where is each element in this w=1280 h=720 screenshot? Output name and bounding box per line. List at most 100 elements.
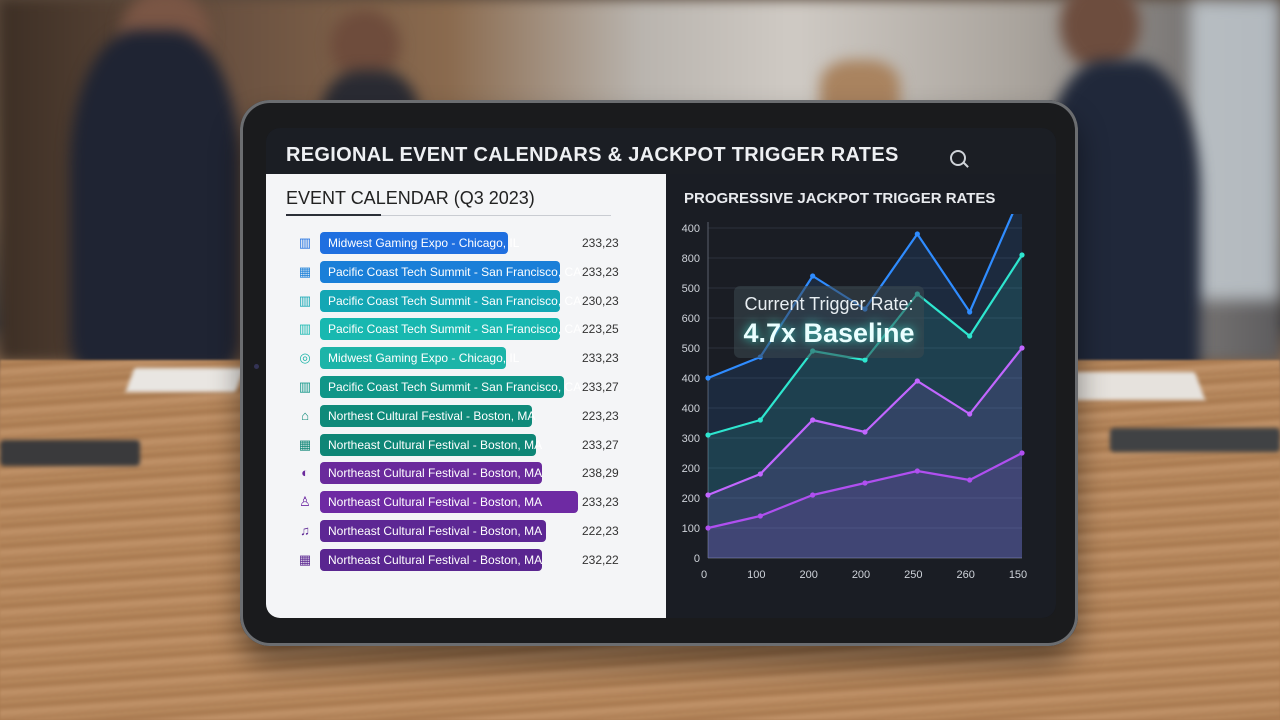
tablet-screen: REGIONAL EVENT CALENDARS & JACKPOT TRIGG… <box>266 128 1056 618</box>
event-name-pill[interactable]: Pacific Coast Tech Summit - San Francisc… <box>320 289 581 312</box>
data-point <box>705 375 711 381</box>
event-date: 233,27 <box>582 380 619 394</box>
event-name-pill[interactable]: Northeast Cultural Festival - Boston, MA <box>320 520 546 542</box>
callout-label: Current Trigger Rate: <box>744 294 914 314</box>
dashboard-title: REGIONAL EVENT CALENDARS & JACKPOT TRIGG… <box>286 144 899 166</box>
event-date: 223,23 <box>582 408 619 423</box>
data-point <box>862 480 868 486</box>
calendar-icon: ▦ <box>298 551 312 567</box>
search-icon[interactable] <box>950 150 966 166</box>
event-name-pill[interactable]: Northeast Cultural Festival - Boston, MA <box>320 548 542 571</box>
event-date: 222,23 <box>582 524 619 538</box>
event-name-pill[interactable]: Pacific Coast Tech Summit - San Francisc… <box>320 318 581 341</box>
building-icon: ▥ <box>298 292 312 308</box>
event-row[interactable]: ⌂ Northest Cultural Festival - Boston, MA… <box>286 404 626 429</box>
y-tick-label: 0 <box>694 553 700 565</box>
event-row[interactable]: ▦ Northeast Cultural Festival - Boston, M… <box>286 433 626 458</box>
y-tick-label: 400 <box>682 403 700 415</box>
trigger-rate-callout: Current Trigger Rate: 4.7x Baseline <box>734 286 924 358</box>
dashboard-header: REGIONAL EVENT CALENDARS & JACKPOT TRIGG… <box>266 128 1056 174</box>
data-point <box>810 417 816 423</box>
calendar-icon: ▦ <box>298 436 312 452</box>
jackpot-chart-panel: PROGRESSIVE JACKPOT TRIGGER RATES 0 100 20… <box>666 174 1056 618</box>
event-row[interactable]: ▥ Pacific Coast Tech Summit - San Francis… <box>286 376 626 400</box>
background-person <box>70 30 240 370</box>
event-date: 233,23 <box>582 351 619 366</box>
event-date: 230,23 <box>582 293 619 308</box>
event-date: 233,27 <box>582 437 619 452</box>
chart-title: PROGRESSIVE JACKPOT TRIGGER RATES <box>684 190 996 207</box>
event-date: 233,23 <box>582 236 619 250</box>
data-point <box>967 477 973 483</box>
building-icon: ▥ <box>298 379 312 394</box>
event-row[interactable]: ▦ Pacific Coast Tech Summit - San Francis… <box>286 260 626 285</box>
event-name-pill[interactable]: Northeast Cultural Festival - Boston, MA <box>320 491 578 514</box>
data-point <box>705 492 711 498</box>
event-name-pill[interactable]: Northeast Cultural Festival - Boston, MA <box>320 462 542 485</box>
data-point <box>862 429 868 435</box>
paper-sheet <box>125 368 245 392</box>
x-tick-label: 150 <box>1009 569 1027 581</box>
event-name-pill[interactable]: Northest Cultural Festival - Boston, MA <box>320 404 535 427</box>
data-point <box>705 432 711 438</box>
data-point <box>810 273 816 279</box>
event-calendar-panel: EVENT CALENDAR (Q3 2023) ▥ Midwest Gaming… <box>266 174 666 618</box>
divider <box>381 215 611 216</box>
building-icon: ▥ <box>298 321 312 337</box>
event-row[interactable]: ♙ Northeast Cultural Festival - Boston, M… <box>286 491 626 515</box>
y-tick-label: 300 <box>682 433 700 445</box>
building-icon: ▥ <box>298 235 312 250</box>
event-row[interactable]: ▦ Northeast Cultural Festival - Boston, M… <box>286 548 626 573</box>
y-tick-label: 500 <box>682 343 700 355</box>
callout-value: 4.7x Baseline <box>743 318 915 348</box>
event-date: 233,23 <box>582 264 619 279</box>
y-tick-label: 500 <box>682 283 700 295</box>
data-point <box>705 525 711 531</box>
data-point <box>914 378 920 384</box>
event-date: 238,29 <box>582 466 619 481</box>
y-tick-label: 800 <box>682 253 700 265</box>
y-tick-label: 600 <box>682 313 700 325</box>
y-tick-label: 400 <box>682 223 700 235</box>
data-point <box>967 333 973 339</box>
calendar-icon: ▦ <box>298 263 312 279</box>
event-row[interactable]: ◎ Midwest Gaming Expo - Chicago, IL 233,23 <box>286 347 626 371</box>
event-name-pill[interactable]: Midwest Gaming Expo - Chicago, IL <box>320 347 519 370</box>
event-name-pill[interactable]: Midwest Gaming Expo - Chicago, IL <box>320 232 519 254</box>
data-point <box>967 411 973 417</box>
event-date: 232,22 <box>582 552 619 567</box>
x-tick-label: 250 <box>904 569 922 581</box>
data-point <box>914 468 920 474</box>
phone-on-table <box>0 440 140 466</box>
data-point <box>1019 252 1025 258</box>
data-point <box>810 492 816 498</box>
y-tick-label: 200 <box>682 463 700 475</box>
event-name-pill[interactable]: Pacific Coast Tech Summit - San Francisc… <box>320 376 581 398</box>
x-tick-label: 200 <box>799 569 817 581</box>
event-row[interactable]: ♫ Northeast Cultural Festival - Boston, M… <box>286 520 626 544</box>
data-point <box>914 231 920 237</box>
data-point <box>862 357 868 363</box>
line-chart: 0 100 200 200 300 400 400 500 600 500 800 400 0 100 20… <box>682 214 1027 581</box>
y-tick-label: 200 <box>682 493 700 505</box>
y-tick-label: 400 <box>682 373 700 385</box>
event-row[interactable]: ◐ Northeast Cultural Festival - Boston, M… <box>286 462 626 486</box>
title-underline <box>286 214 381 216</box>
x-tick-label: 0 <box>701 569 707 581</box>
data-point <box>967 309 973 315</box>
event-row[interactable]: ▥ Pacific Coast Tech Summit - San Francis… <box>286 318 626 342</box>
landmark-icon: ⌂ <box>301 407 309 423</box>
mask-icon: ◐ <box>301 465 309 481</box>
camera-dot <box>254 364 259 369</box>
event-row[interactable]: ▥ Pacific Coast Tech Summit - San Francis… <box>286 289 626 314</box>
y-tick-label: 100 <box>682 523 700 535</box>
event-row[interactable]: ▥ Midwest Gaming Expo - Chicago, IL 233,23 <box>286 232 626 256</box>
event-name-pill[interactable]: Pacific Coast Tech Summit - San Francisc… <box>320 260 581 283</box>
data-point <box>757 471 763 477</box>
data-point <box>1019 345 1025 351</box>
x-tick-label: 200 <box>852 569 870 581</box>
event-name-pill[interactable]: Northeast Cultural Festival - Boston, MA <box>320 433 542 456</box>
background-window <box>1190 0 1280 300</box>
data-point <box>1019 450 1025 456</box>
data-point <box>757 513 763 519</box>
